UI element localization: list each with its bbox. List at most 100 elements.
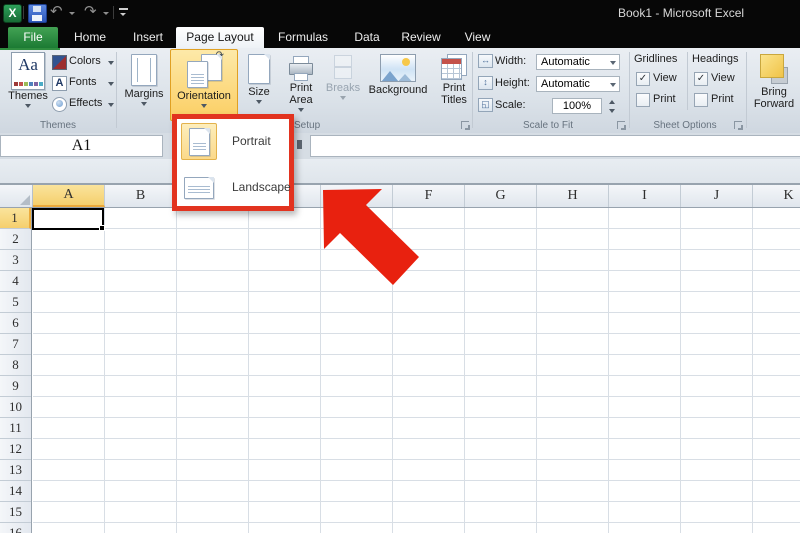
row-header-13[interactable]: 13 (0, 460, 31, 481)
column-header-B[interactable]: B (105, 185, 177, 207)
redo-dropdown-arrow-icon[interactable] (103, 12, 109, 15)
tab-formulas[interactable]: Formulas (272, 27, 334, 48)
column-header-A-selected[interactable]: A (33, 185, 105, 207)
theme-effects-button[interactable]: Effects (52, 96, 114, 113)
chevron-down-icon (610, 83, 616, 87)
scale-to-fit-dialog-launcher-icon[interactable] (617, 121, 625, 129)
row-header-14[interactable]: 14 (0, 481, 31, 502)
menu-item-landscape[interactable]: Landscape (180, 168, 286, 208)
chevron-down-icon (298, 108, 304, 112)
theme-fonts-button[interactable]: A Fonts (52, 75, 114, 92)
window-title: Book1 - Microsoft Excel (618, 6, 744, 20)
chevron-down-icon (25, 104, 31, 108)
row-header-16[interactable]: 16 (0, 523, 31, 533)
tab-file[interactable]: File (8, 27, 58, 48)
tab-insert[interactable]: Insert (124, 27, 172, 48)
tab-page-layout-active[interactable]: Page Layout (176, 27, 264, 48)
gridlines-view-label[interactable]: View (653, 72, 677, 84)
row-header-9[interactable]: 9 (0, 376, 31, 397)
column-header-H[interactable]: H (537, 185, 609, 207)
scale-value-input[interactable]: 100% (552, 98, 602, 114)
row-header-3[interactable]: 3 (0, 250, 31, 271)
themes-label: Themes (6, 90, 50, 102)
tab-view[interactable]: View (455, 27, 500, 48)
background-button[interactable]: Background (362, 50, 434, 126)
themes-button[interactable]: Aa Themes (6, 52, 50, 118)
save-button[interactable] (28, 4, 47, 23)
selected-cell-A1[interactable] (32, 208, 104, 230)
scale-label: Scale: (495, 99, 526, 111)
sheet-options-dialog-launcher-icon[interactable] (734, 121, 742, 129)
select-all-corner[interactable] (0, 185, 33, 207)
row-header-4[interactable]: 4 (0, 271, 31, 292)
fx-button-partial[interactable] (297, 140, 302, 149)
chevron-down-icon (201, 104, 207, 108)
spinner-up-icon[interactable] (606, 98, 619, 106)
worksheet-grid[interactable] (33, 208, 800, 533)
row-header-11[interactable]: 11 (0, 418, 31, 439)
formula-bar-lower-strip (0, 159, 800, 184)
row-header-7[interactable]: 7 (0, 334, 31, 355)
undo-button[interactable]: ↶ (50, 3, 63, 21)
formula-bar-input[interactable] (310, 135, 800, 157)
theme-color-dots-icon (14, 82, 43, 86)
spinner-down-icon[interactable] (606, 106, 619, 114)
row-header-1-selected[interactable]: 1 (0, 208, 31, 229)
effects-label: Effects (69, 97, 102, 109)
background-label: Background (362, 84, 434, 96)
tab-data[interactable]: Data (344, 27, 390, 48)
column-header-G[interactable]: G (465, 185, 537, 207)
bring-forward-button[interactable]: Bring Forward (748, 50, 800, 126)
tab-review[interactable]: Review (396, 27, 446, 48)
row-header-2[interactable]: 2 (0, 229, 31, 250)
portrait-page-icon (189, 128, 210, 156)
print-titles-button[interactable]: Print Titles (436, 50, 472, 126)
orientation-button[interactable]: ↷ Orientation (170, 49, 238, 121)
column-header-K[interactable]: K (753, 185, 800, 207)
print-area-icon (288, 54, 314, 80)
height-combobox[interactable]: Automatic (536, 76, 620, 92)
redo-button[interactable]: ↷ (84, 3, 97, 21)
undo-dropdown-arrow-icon[interactable] (69, 12, 75, 15)
customize-quick-access-toolbar-button[interactable] (119, 8, 129, 18)
gridlines-print-label[interactable]: Print (653, 93, 676, 105)
size-icon (248, 54, 270, 84)
themes-aa-glyph: Aa (12, 53, 44, 77)
headings-view-checkbox-checked[interactable]: ✓ (694, 72, 708, 86)
column-header-F[interactable]: F (393, 185, 465, 207)
row-header-15[interactable]: 15 (0, 502, 31, 523)
row-header-12[interactable]: 12 (0, 439, 31, 460)
page-setup-dialog-launcher-icon[interactable] (461, 121, 469, 129)
width-value: Automatic (541, 56, 590, 68)
name-box[interactable]: A1 (0, 135, 163, 157)
print-titles-icon (441, 54, 467, 80)
portrait-selected-highlight (181, 123, 217, 160)
row-header-6[interactable]: 6 (0, 313, 31, 334)
width-label: Width: (495, 55, 526, 67)
gridlines-view-checkbox-checked[interactable]: ✓ (636, 72, 650, 86)
headings-view-label[interactable]: View (711, 72, 735, 84)
column-header-J[interactable]: J (681, 185, 753, 207)
gridlines-print-checkbox-unchecked[interactable] (636, 93, 650, 107)
margins-button[interactable]: Margins (120, 50, 168, 126)
breaks-button-disabled[interactable]: Breaks (324, 50, 362, 126)
column-header-I[interactable]: I (609, 185, 681, 207)
sheet-options-group-label: Sheet Options (635, 119, 735, 132)
column-header-E[interactable]: E (321, 185, 393, 207)
headings-print-checkbox-unchecked[interactable] (694, 93, 708, 107)
landscape-icon-box (181, 169, 215, 204)
row-header-10[interactable]: 10 (0, 397, 31, 418)
theme-colors-button[interactable]: Colors (52, 54, 114, 71)
group-divider (116, 52, 117, 128)
menu-item-portrait[interactable]: Portrait (180, 122, 286, 162)
tab-home[interactable]: Home (62, 27, 118, 48)
width-combobox[interactable]: Automatic (536, 54, 620, 70)
margins-icon (131, 54, 157, 86)
sheet-options-divider (687, 52, 688, 110)
row-header-5[interactable]: 5 (0, 292, 31, 313)
ribbon-tab-bar: File Home Insert Page Layout Formulas Da… (0, 27, 800, 48)
print-area-label-line2: Area (280, 94, 322, 106)
headings-print-label[interactable]: Print (711, 93, 734, 105)
row-header-8[interactable]: 8 (0, 355, 31, 376)
chevron-down-icon (108, 103, 114, 107)
